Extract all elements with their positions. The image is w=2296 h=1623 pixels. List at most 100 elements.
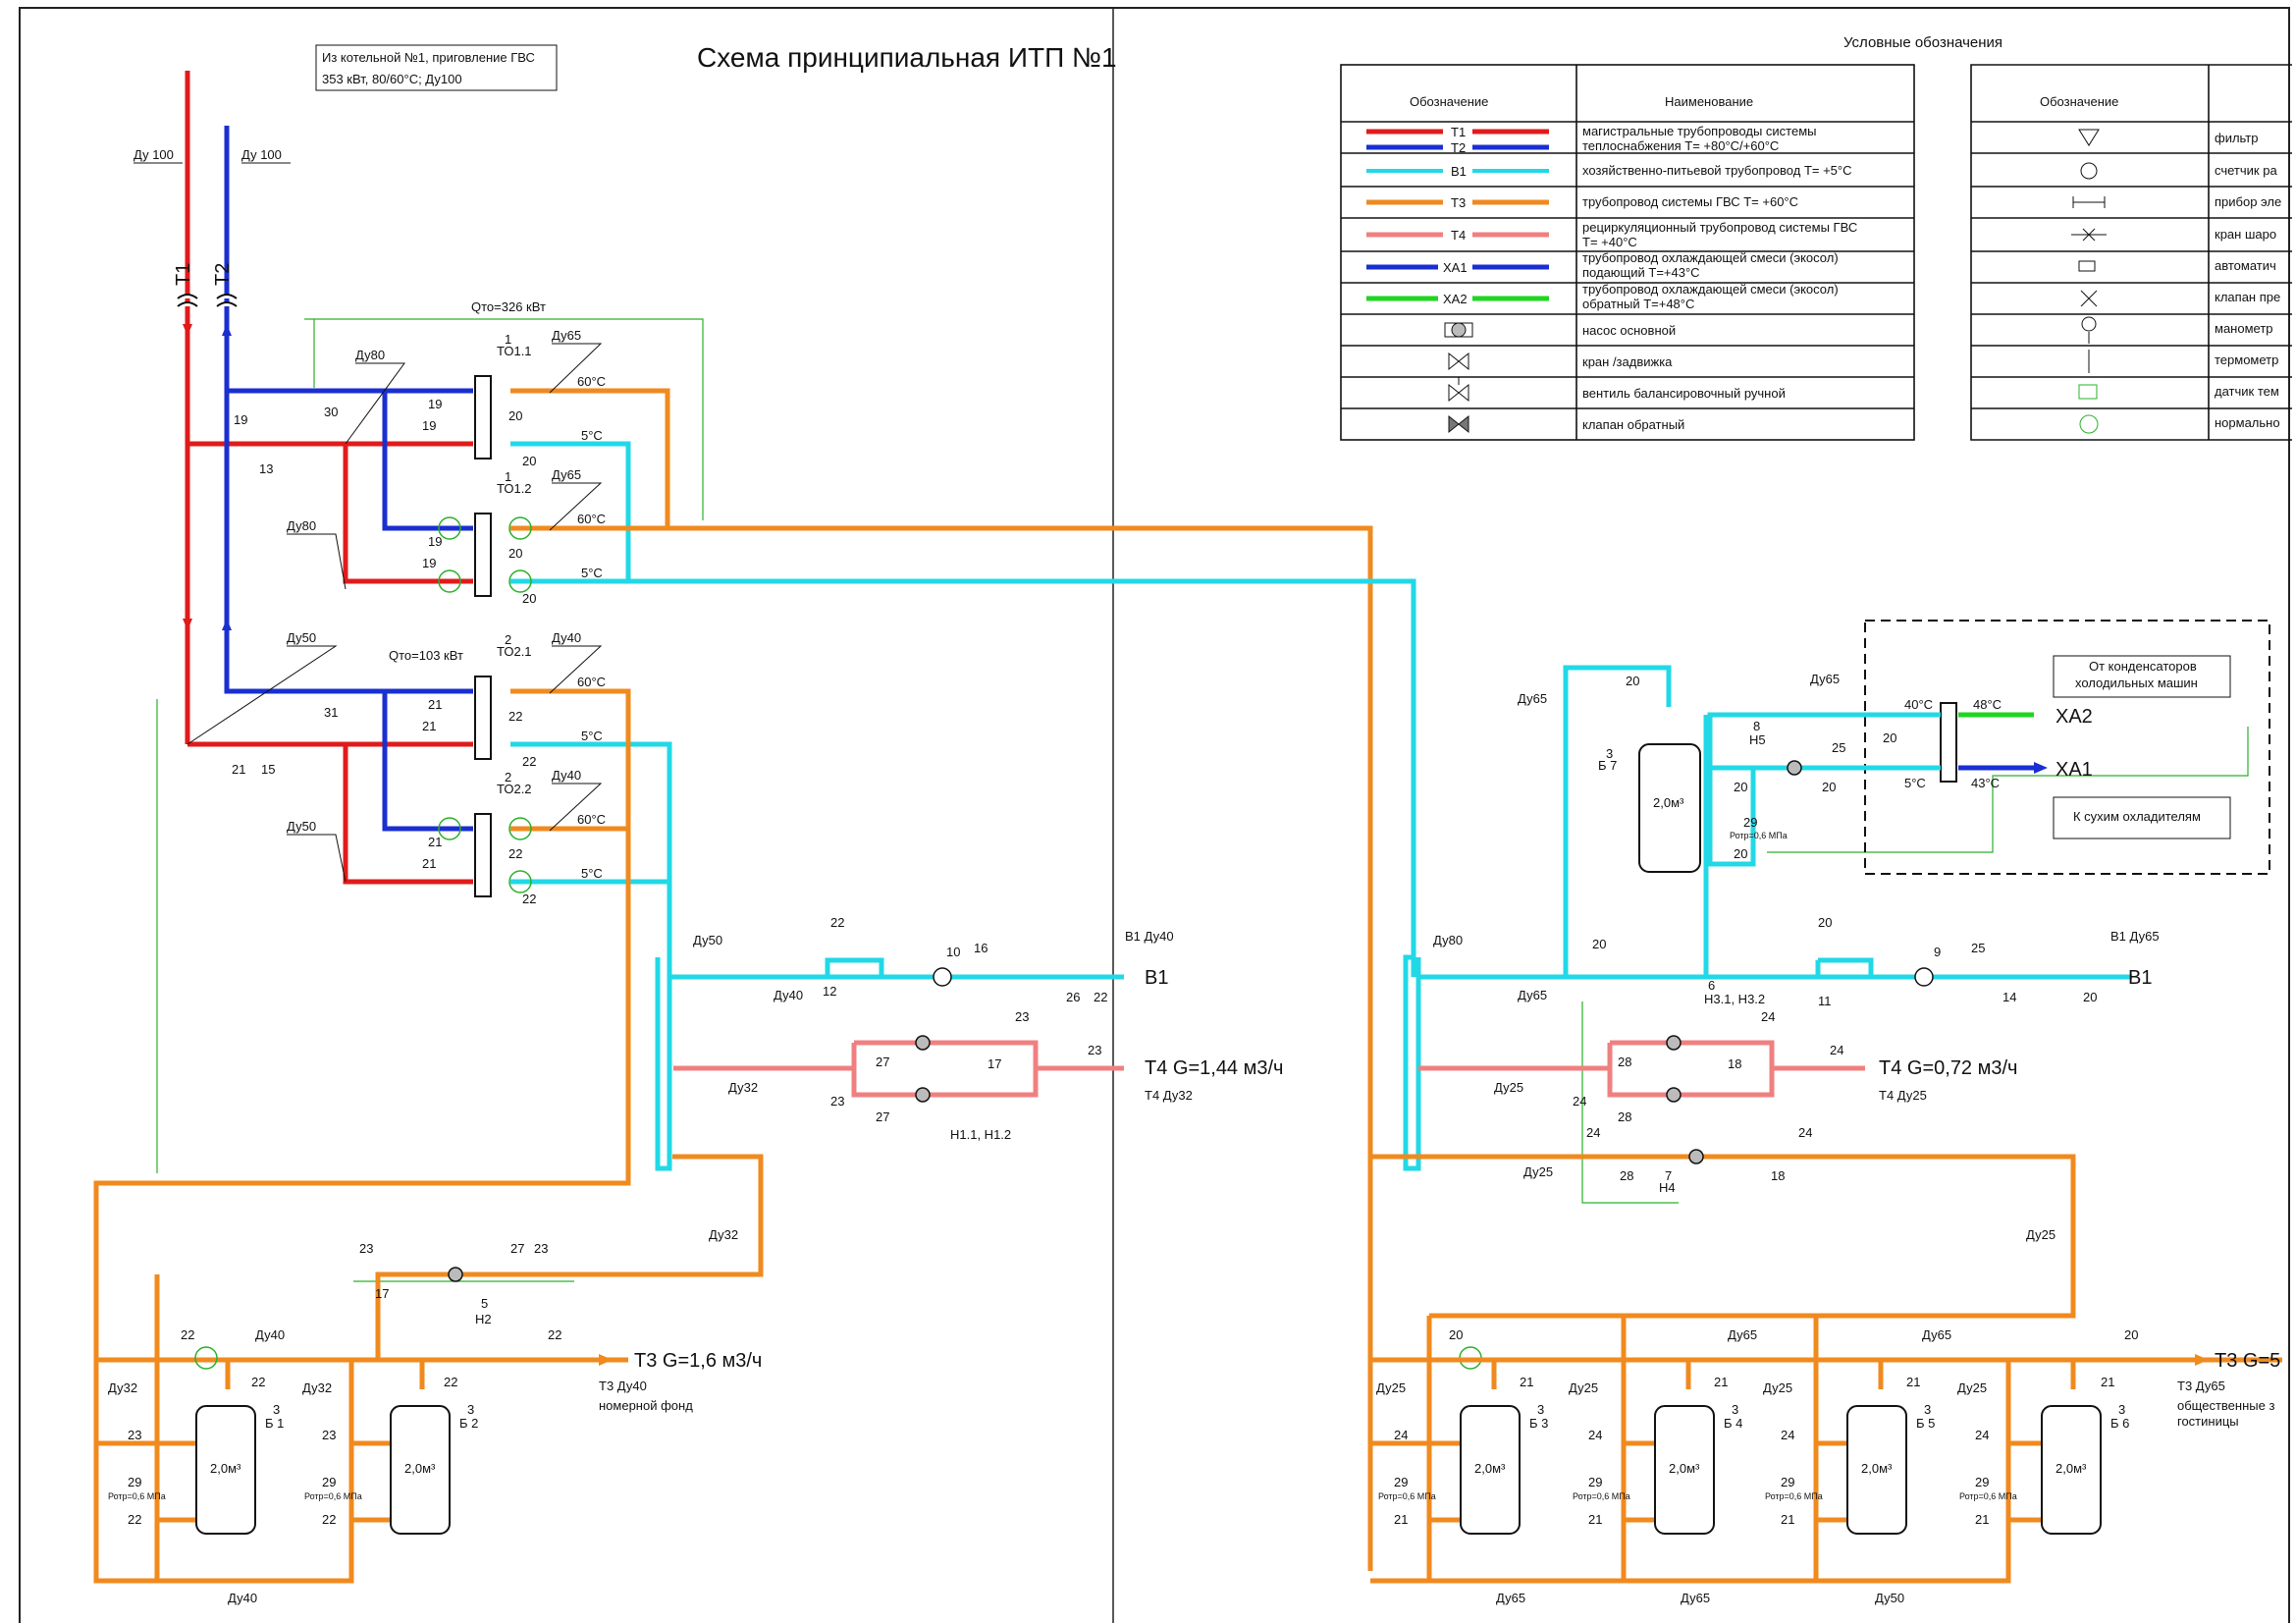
label-to12: ТО1.2 — [497, 481, 532, 496]
condenser-label-2: холодильных машин — [2075, 676, 2198, 690]
t1-supply-pipe — [185, 71, 473, 885]
label-du65-1: Ду65 — [552, 328, 581, 343]
label-t3-right-sub2: гостиницы — [2177, 1414, 2239, 1429]
pos-10: 10 — [946, 945, 960, 959]
pos-23g: 23 — [322, 1428, 336, 1442]
legend-row-8: вентиль балансировочный ручной — [1582, 386, 1786, 401]
pos-r24h: 24 — [1781, 1428, 1794, 1442]
legend2-row-3: кран шаро — [2215, 227, 2276, 242]
pos-22j: 22 — [444, 1375, 457, 1389]
pos-5: 5 — [481, 1296, 488, 1311]
t4-pipe-right — [1418, 1040, 1865, 1098]
legend-row-5-b: обратный Т=+48°С — [1582, 297, 1694, 311]
legend-symbol-xa1: ХА1 — [1443, 260, 1468, 275]
pos-22d: 22 — [522, 892, 536, 906]
pos-r29c: 29 — [1781, 1475, 1794, 1489]
pos-21d: 21 — [428, 835, 442, 849]
heat-exchangers-left — [474, 375, 492, 897]
pos-20c: 20 — [508, 546, 522, 561]
pos-r24c: 24 — [1573, 1094, 1586, 1109]
label-du50-1: Ду50 — [287, 630, 316, 645]
legend-row-5-a: трубопровод охлаждающей смеси (экосол) — [1582, 282, 1839, 297]
legend2-row-7: термометр — [2215, 352, 2278, 367]
label-du65-2: Ду65 — [552, 467, 581, 482]
pos-21a: 21 — [232, 762, 245, 777]
pos-31: 31 — [324, 705, 338, 720]
pos-r29b: 29 — [1588, 1475, 1602, 1489]
label-du32-3: Ду32 — [108, 1380, 137, 1395]
pos-22b: 22 — [522, 754, 536, 769]
pos-r20i: 20 — [1449, 1327, 1463, 1342]
pos-20a: 20 — [508, 408, 522, 423]
label-du65-r2: Ду65 — [1810, 672, 1840, 686]
pos-r21f: 21 — [1588, 1512, 1602, 1527]
legend2-row-4: автоматич — [2215, 258, 2276, 273]
tank-b2-vol: 2,0м³ — [404, 1461, 436, 1476]
pos-r24d: 24 — [1586, 1125, 1600, 1140]
label-du25-r4: Ду25 — [1376, 1380, 1406, 1395]
label-du40-4: Ду40 — [255, 1327, 285, 1342]
pos-29b: 29 — [322, 1475, 336, 1489]
label-t4-right-du: Т4 Ду25 — [1879, 1088, 1927, 1103]
t1-arrow-1 — [183, 324, 192, 336]
pos-r21c: 21 — [1906, 1375, 1920, 1389]
legend2-col-symbol: Обозначение — [2040, 94, 2118, 109]
pos-r24i: 24 — [1975, 1428, 1989, 1442]
legend-symbol-t3: Т3 — [1451, 195, 1466, 210]
legend-row-3-a: рециркуляционный трубопровод системы ГВС — [1582, 220, 1857, 235]
legend-row-4-b: подающий Т=+43°С — [1582, 265, 1700, 280]
label-5-1: 5°С — [581, 428, 603, 443]
legend2-row-1: счетчик ра — [2215, 163, 2277, 178]
legend-symbol-b1: В1 — [1451, 164, 1467, 179]
label-du65-r5: Ду65 — [1922, 1327, 1951, 1342]
label-du50-r: Ду50 — [1875, 1591, 1904, 1605]
label-du32-1: Ду32 — [728, 1080, 758, 1095]
legend2-row-2: прибор эле — [2215, 194, 2281, 209]
label-du25-r1: Ду25 — [1494, 1080, 1523, 1095]
label-t3-left-sub: номерной фонд — [599, 1398, 693, 1413]
label-b1-left: В1 — [1145, 967, 1168, 989]
label-du65-r4: Ду65 — [1728, 1327, 1757, 1342]
tank-b5-vol: 2,0м³ — [1861, 1461, 1893, 1476]
legend-row-9: клапан обратный — [1582, 417, 1684, 432]
pos-29a: 29 — [128, 1475, 141, 1489]
label-du25-r5: Ду25 — [1569, 1380, 1598, 1395]
label-h5: Н5 — [1749, 732, 1766, 747]
label-du25-r7: Ду25 — [1957, 1380, 1987, 1395]
pos-22k: 22 — [128, 1512, 141, 1527]
pos-13: 13 — [259, 461, 273, 476]
label-to11: ТО1.1 — [497, 344, 532, 358]
legend-symbol-t4: Т4 — [1451, 228, 1466, 243]
label-qto2: Qто=103 кВт — [389, 648, 463, 663]
pos-r20b: 20 — [1734, 780, 1747, 794]
pos-r24e: 24 — [1798, 1125, 1812, 1140]
pos-r20f: 20 — [1592, 937, 1606, 951]
label-5-3: 5°С — [581, 729, 603, 743]
pos-19a: 19 — [428, 397, 442, 411]
pos-r3e: 3 — [2118, 1402, 2125, 1417]
source-note-line2: 353 кВт, 80/60°С; Ду100 — [322, 72, 462, 86]
pos-23e: 23 — [534, 1241, 548, 1256]
label-60-3: 60°С — [577, 675, 606, 689]
label-du50-2: Ду50 — [287, 819, 316, 834]
label-xa1: ХА1 — [2056, 759, 2093, 781]
label-t3-left: Т3 G=1,6 м3/ч — [634, 1350, 762, 1372]
pos-20d: 20 — [522, 591, 536, 606]
pos-r20e: 20 — [1734, 846, 1747, 861]
label-du25-r6: Ду25 — [1763, 1380, 1792, 1395]
xa1-arrow — [2034, 762, 2048, 774]
prot-1: Ротр=0,6 МПа — [108, 1491, 166, 1501]
label-5-2: 5°С — [581, 566, 603, 580]
dry-cooler-label: К сухим охладителям — [2073, 809, 2201, 824]
legend2-row-9: нормально — [2215, 415, 2280, 430]
label-b1-right: В1 — [2128, 967, 2152, 989]
pos-21e: 21 — [422, 856, 436, 871]
pos-r14: 14 — [2002, 990, 2016, 1004]
tank-b3-vol: 2,0м³ — [1474, 1461, 1506, 1476]
pos-22e: 22 — [830, 915, 844, 930]
label-t4-left-du: Т4 Ду32 — [1145, 1088, 1193, 1103]
pos-r24b: 24 — [1830, 1043, 1843, 1057]
label-5-4: 5°С — [581, 866, 603, 881]
label-du25-r3: Ду25 — [2026, 1227, 2056, 1242]
pos-2b: 2 — [505, 770, 511, 784]
